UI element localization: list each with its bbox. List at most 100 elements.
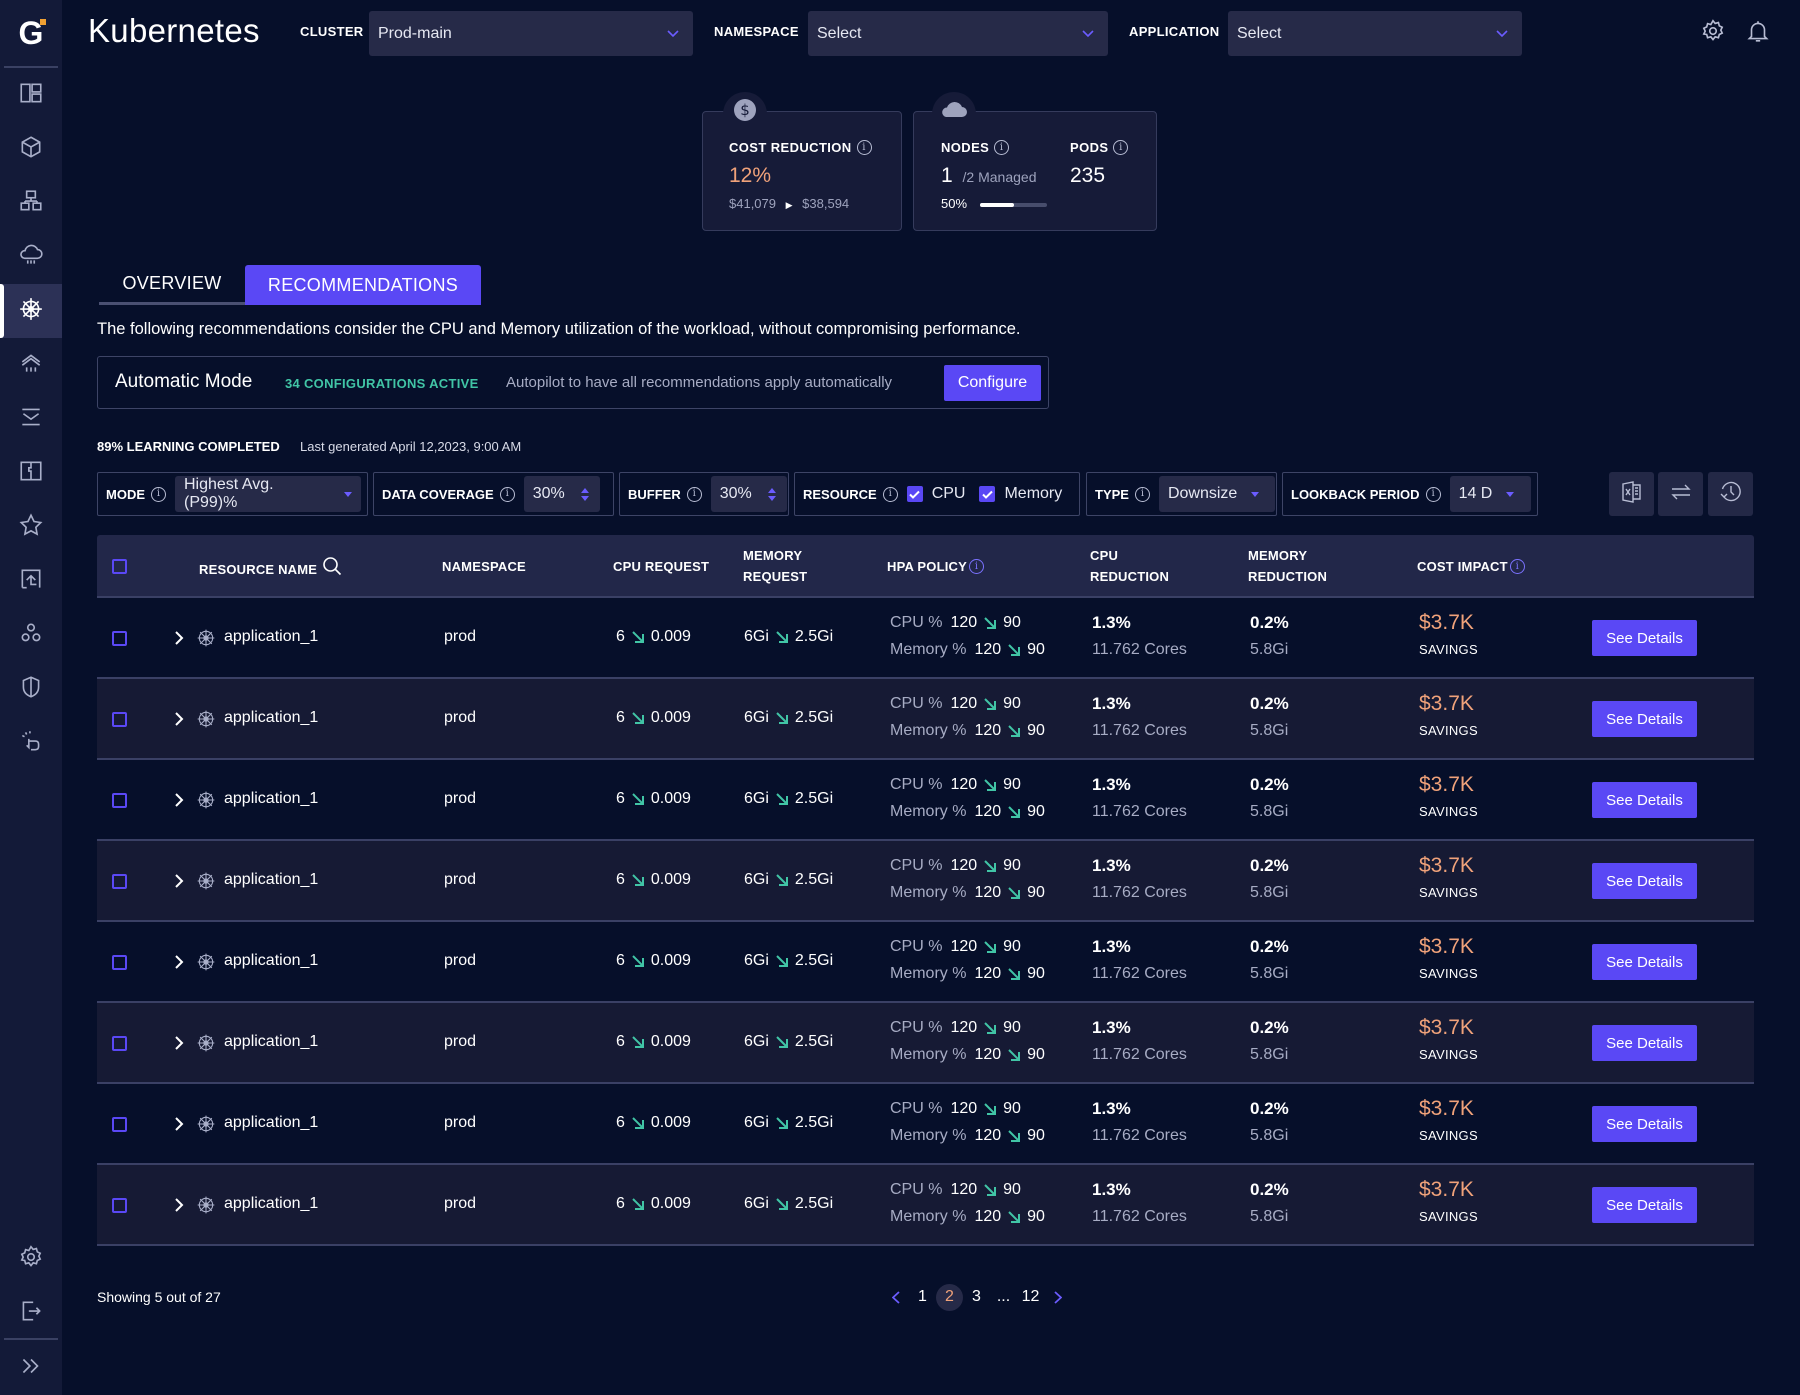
info-icon[interactable]: i: [499, 486, 515, 502]
row-checkbox[interactable]: [112, 955, 127, 970]
expand-row-button[interactable]: [174, 1117, 184, 1131]
tab-overview[interactable]: OVERVIEW: [99, 265, 245, 305]
next-page-button[interactable]: [1044, 1284, 1071, 1311]
search-icon[interactable]: [322, 556, 342, 582]
sidebar-item-actions[interactable]: [0, 716, 62, 770]
resource-name[interactable]: application_1: [224, 1114, 318, 1132]
sidebar-item-cloud[interactable]: [0, 230, 62, 284]
sidebar-item-dashboard[interactable]: [0, 68, 62, 122]
cloud-rain-icon: [18, 242, 44, 273]
cpu-request-value: 6 0.009: [616, 709, 691, 726]
cpu-reduction-percent: 1.3%: [1092, 856, 1131, 875]
sidebar-expand-button[interactable]: [0, 1341, 62, 1395]
sidebar-item-resources[interactable]: [0, 122, 62, 176]
sidebar-item-kubernetes[interactable]: [0, 284, 62, 338]
info-icon[interactable]: i: [151, 486, 166, 502]
sidebar-item-settings[interactable]: [0, 1232, 62, 1286]
cpu-checkbox[interactable]: [906, 486, 923, 502]
app-logo[interactable]: G: [0, 0, 62, 66]
sidebar-item-hierarchy[interactable]: [0, 176, 62, 230]
sidebar-item-puzzle[interactable]: [0, 446, 62, 500]
export-excel-button[interactable]: [1609, 472, 1654, 516]
row-checkbox[interactable]: [112, 793, 127, 808]
select-all-checkbox[interactable]: [112, 559, 127, 574]
sidebar-item-download[interactable]: [0, 392, 62, 446]
hpa-cpu-policy: CPU % 120 90: [890, 1100, 1021, 1117]
resource-name[interactable]: application_1: [224, 709, 318, 727]
resource-name[interactable]: application_1: [224, 871, 318, 889]
buffer-stepper[interactable]: 30%: [710, 476, 787, 512]
memory-checkbox[interactable]: [979, 486, 996, 502]
expand-row-button[interactable]: [174, 1036, 184, 1050]
column-resource-name[interactable]: RESOURCE NAME: [199, 556, 342, 582]
data-coverage-stepper[interactable]: 30%: [523, 476, 600, 512]
namespace-value: prod: [444, 871, 477, 888]
stepper-arrows-icon[interactable]: [580, 487, 589, 501]
page-number[interactable]: 3: [963, 1284, 990, 1311]
see-details-button[interactable]: See Details: [1592, 782, 1697, 818]
expand-row-button[interactable]: [174, 955, 184, 969]
gear-icon: [1700, 19, 1726, 48]
page-number[interactable]: 1: [909, 1284, 936, 1311]
page-number[interactable]: 12: [1017, 1284, 1044, 1311]
see-details-button[interactable]: See Details: [1592, 1106, 1697, 1142]
sidebar-item-logout[interactable]: [0, 1286, 62, 1340]
sidebar-item-users[interactable]: [0, 608, 62, 662]
row-checkbox[interactable]: [112, 1036, 127, 1051]
info-icon[interactable]: i: [1113, 140, 1129, 155]
row-checkbox[interactable]: [112, 712, 127, 727]
sidebar-item-export[interactable]: [0, 554, 62, 608]
namespace-select[interactable]: Select: [808, 11, 1108, 56]
hpa-cpu-policy: CPU % 120 90: [890, 695, 1021, 712]
configure-button[interactable]: Configure: [944, 365, 1041, 401]
resource-name[interactable]: application_1: [224, 790, 318, 808]
info-icon[interactable]: i: [882, 486, 898, 502]
expand-row-button[interactable]: [174, 712, 184, 726]
see-details-button[interactable]: See Details: [1592, 1187, 1697, 1223]
resource-name[interactable]: application_1: [224, 1033, 318, 1051]
see-details-button[interactable]: See Details: [1592, 1025, 1697, 1061]
info-icon[interactable]: i: [969, 559, 985, 574]
row-checkbox[interactable]: [112, 1117, 127, 1132]
info-icon[interactable]: i: [1134, 486, 1150, 502]
info-icon[interactable]: i: [1425, 486, 1441, 502]
settings-button[interactable]: [1700, 18, 1730, 48]
namespace-value: prod: [444, 1195, 477, 1212]
notifications-button[interactable]: [1745, 18, 1775, 48]
prev-page-button[interactable]: [882, 1284, 909, 1311]
expand-row-button[interactable]: [174, 1198, 184, 1212]
swap-button[interactable]: [1658, 472, 1703, 516]
memory-checkbox-label[interactable]: Memory: [1004, 485, 1062, 503]
application-select[interactable]: Select: [1228, 11, 1522, 56]
info-icon[interactable]: i: [1509, 559, 1525, 574]
row-checkbox[interactable]: [112, 874, 127, 889]
see-details-button[interactable]: See Details: [1592, 620, 1697, 656]
resource-name[interactable]: application_1: [224, 952, 318, 970]
resource-name[interactable]: application_1: [224, 1195, 318, 1213]
see-details-button[interactable]: See Details: [1592, 701, 1697, 737]
sidebar-item-favorites[interactable]: [0, 500, 62, 554]
resource-name[interactable]: application_1: [224, 628, 318, 646]
sidebar-item-security[interactable]: [0, 662, 62, 716]
row-checkbox[interactable]: [112, 631, 127, 646]
history-button[interactable]: [1708, 472, 1753, 516]
page-number[interactable]: 2: [936, 1283, 963, 1311]
info-icon[interactable]: i: [686, 486, 702, 502]
stepper-arrows-icon[interactable]: [767, 487, 776, 501]
expand-row-button[interactable]: [174, 631, 184, 645]
see-details-button[interactable]: See Details: [1592, 944, 1697, 980]
cpu-checkbox-label[interactable]: CPU: [932, 485, 966, 503]
nodes-progress-fill: [980, 203, 1014, 207]
type-select[interactable]: Downsize: [1158, 476, 1275, 512]
lookback-period-select[interactable]: 14 D: [1449, 476, 1531, 512]
info-icon[interactable]: i: [994, 140, 1010, 155]
expand-row-button[interactable]: [174, 793, 184, 807]
sidebar-item-upload[interactable]: [0, 338, 62, 392]
expand-row-button[interactable]: [174, 874, 184, 888]
tab-recommendations[interactable]: RECOMMENDATIONS: [245, 265, 481, 305]
row-checkbox[interactable]: [112, 1198, 127, 1213]
cluster-select[interactable]: Prod-main: [369, 11, 693, 56]
see-details-button[interactable]: See Details: [1592, 863, 1697, 899]
mode-select[interactable]: Highest Avg. (P99)%: [175, 476, 361, 512]
info-icon[interactable]: i: [856, 140, 872, 155]
